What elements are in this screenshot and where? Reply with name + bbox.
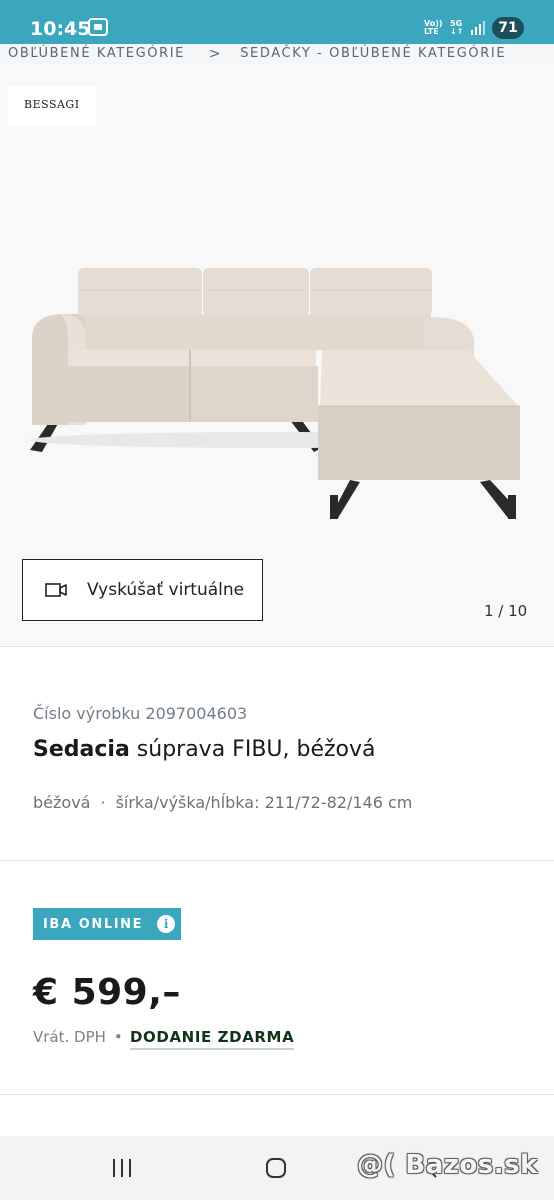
breadcrumb-separator-icon: >	[208, 46, 221, 62]
video-camera-icon	[45, 583, 67, 597]
brand-name: BESSAGI	[24, 98, 80, 111]
lte-label: LTE	[424, 27, 439, 36]
recent-apps-icon[interactable]	[108, 1154, 136, 1182]
try-virtually-button[interactable]: Vyskúšať virtuálne	[22, 559, 263, 621]
divider	[0, 860, 554, 861]
product-title: Sedacia súprava FIBU, béžová	[33, 737, 376, 762]
screen-record-icon	[88, 18, 108, 36]
try-virtually-label: Vyskúšať virtuálne	[87, 580, 245, 600]
signal-bars-icon	[471, 21, 485, 35]
info-icon[interactable]: i	[157, 915, 176, 933]
network-indicator: 5G ↓↑	[450, 20, 463, 36]
status-bar: 10:45 Vo)) LTE 5G ↓↑ 71	[0, 0, 554, 44]
online-only-badge: IBA ONLINE i	[33, 908, 181, 940]
free-delivery-link[interactable]: DODANIE ZDARMA	[130, 1028, 295, 1050]
product-image-sofa[interactable]	[0, 64, 554, 544]
vat-label: Vrát. DPH	[33, 1028, 106, 1046]
spec-separator: ·	[100, 793, 106, 812]
volte-indicator: Vo)) LTE	[424, 20, 443, 36]
brand-logo: BESSAGI	[8, 86, 96, 126]
bazos-watermark: @( Bazos.sk	[357, 1150, 538, 1180]
battery-indicator: 71	[492, 17, 524, 39]
breadcrumb-item-sofas[interactable]: SEDAČKY - OBĽÚBENÉ KATEGÓRIE	[240, 44, 506, 64]
breadcrumb-item-favorite-categories[interactable]: OBĽÚBENÉ KATEGÓRIE	[8, 44, 185, 64]
product-number: Číslo výrobku 2097004603	[33, 704, 248, 723]
vat-info: Vrát. DPH •	[33, 1028, 131, 1046]
product-dimensions: šírka/výška/hĺbka: 211/72-82/146 cm	[115, 793, 413, 812]
breadcrumb: OBĽÚBENÉ KATEGÓRIE > SEDAČKY - OBĽÚBENÉ …	[0, 44, 554, 64]
home-icon[interactable]	[262, 1154, 290, 1182]
product-title-rest: súprava FIBU, béžová	[129, 737, 376, 762]
product-gallery[interactable]: BESSAGI Vyskúšať virtuálne 1 / 10	[0, 64, 554, 647]
product-color: béžová	[33, 793, 91, 812]
gallery-counter: 1 / 10	[484, 602, 528, 620]
product-price: € 599,–	[33, 972, 181, 1013]
online-only-label: IBA ONLINE	[43, 916, 144, 932]
status-time: 10:45	[30, 18, 91, 40]
vat-separator: •	[113, 1028, 123, 1046]
product-specs: béžová · šírka/výška/hĺbka: 211/72-82/146 …	[33, 793, 412, 812]
product-title-bold: Sedacia	[33, 737, 130, 762]
data-arrows-label: ↓↑	[450, 27, 464, 36]
divider	[0, 1094, 554, 1095]
